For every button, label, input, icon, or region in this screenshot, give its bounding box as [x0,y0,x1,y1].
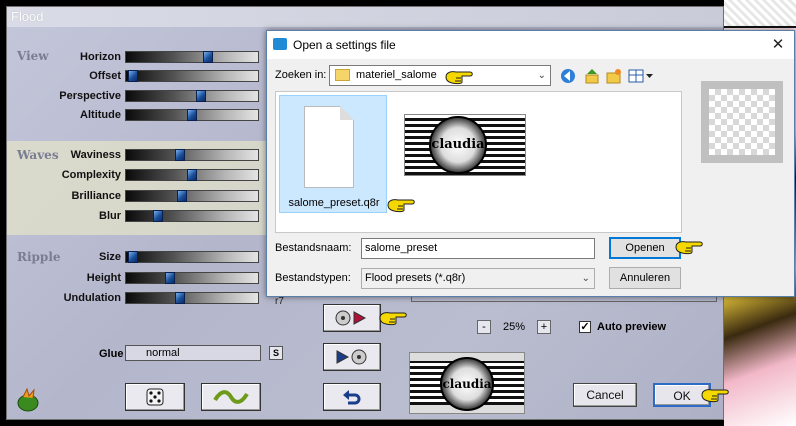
flood-preview-thumbnail: claudia [409,352,525,414]
horizon-slider-thumb[interactable] [203,51,213,63]
brilliance-slider-thumb[interactable] [177,190,187,202]
wave-icon [213,390,249,404]
open-button[interactable]: Openen [609,237,681,259]
back-icon[interactable] [559,67,577,85]
transparency-checkerboard [709,89,775,155]
auto-preview-label: Auto preview [597,321,667,333]
altitude-slider[interactable] [125,109,259,121]
complexity-slider-thumb[interactable] [187,169,197,181]
undulation-slider-thumb[interactable] [175,292,185,304]
pointing-hand-icon [378,309,408,327]
view-menu-icon[interactable] [627,67,655,85]
complexity-slider[interactable] [125,169,259,181]
dialog-cancel-button[interactable]: Annuleren [609,267,681,289]
flood-title: Flood [7,7,723,27]
offset-slider-thumb[interactable] [128,70,138,82]
claudia-logo: claudia [440,357,494,411]
pointing-hand-icon [386,196,416,214]
file-item-salome-preset[interactable]: salome_preset.q8r [279,95,387,213]
up-folder-icon[interactable] [583,67,601,85]
horizon-slider[interactable] [125,51,259,63]
auto-preview-checkbox[interactable]: ✓ [579,321,591,333]
pointing-hand-icon [700,386,730,404]
new-folder-icon[interactable] [605,67,623,85]
pointing-hand-icon [674,238,704,256]
filename-label: Bestandsnaam: [275,242,352,254]
size-slider-thumb[interactable] [128,251,138,263]
offset-slider[interactable] [125,70,259,82]
leaf-logo-icon [17,387,39,412]
file-list[interactable]: salome_preset.q8r claudia [275,91,682,233]
claudia-logo: claudia [429,116,487,174]
dialog-title: Open a settings file [267,31,794,59]
waviness-slider-thumb[interactable] [175,149,185,161]
blur-slider-thumb[interactable] [153,210,163,222]
preview-panel [701,81,783,163]
blur-label: Blur [99,210,121,222]
save-preset-button[interactable] [323,343,381,371]
cancel-button[interactable]: Cancel [573,383,637,407]
height-label: Height [86,272,121,284]
complexity-label: Complexity [61,169,121,181]
look-in-value: materiel_salome [356,69,437,81]
wave-reset-button[interactable] [201,383,261,411]
background-checker-top [724,0,796,28]
open-settings-dialog: Open a settings file ✕ Zoeken in: materi… [266,30,795,297]
height-slider[interactable] [125,272,259,284]
glue-label: Glue [99,348,124,360]
brilliance-label: Brilliance [71,190,121,202]
height-slider-thumb[interactable] [165,272,175,284]
offset-label: Offset [89,70,121,82]
undo-button[interactable] [323,383,381,411]
size-label: Size [98,251,121,263]
perspective-slider-thumb[interactable] [196,90,206,102]
flood-logo [15,387,41,413]
horizon-label: Horizon [80,51,121,63]
zoom-level: 25% [503,321,526,333]
glue-s-button[interactable]: S [269,346,283,360]
dice-icon [146,388,164,406]
glue-select[interactable]: normal [125,345,261,361]
document-icon [304,106,354,188]
waviness-label: Waviness [70,149,121,161]
brilliance-slider[interactable] [125,190,259,202]
perspective-slider[interactable] [125,90,259,102]
file-item-claudia-logo[interactable]: claudia [404,114,526,176]
random-button[interactable] [125,383,185,411]
perspective-label: Perspective [59,90,121,102]
look-in-label: Zoeken in: [275,69,327,81]
altitude-slider-thumb[interactable] [187,109,197,121]
undo-arrow-icon [343,390,361,405]
play-disc-icon [336,349,367,365]
filename-input[interactable]: salome_preset [361,238,595,259]
filetype-value: Flood presets (*.q8r) [365,272,466,284]
chevron-down-icon: ⌄ [537,70,546,81]
look-in-combo[interactable]: materiel_salome ⌄ [329,65,551,86]
undulation-label: Undulation [63,292,121,304]
file-name: salome_preset.q8r [288,197,380,209]
load-preset-button[interactable] [323,304,381,332]
folder-icon [335,69,350,81]
altitude-label: Altitude [80,109,121,121]
disc-play-icon [335,310,367,326]
r7-label: r7 [275,296,284,307]
blur-slider[interactable] [125,210,259,222]
pointing-hand-icon [444,68,474,86]
camera-icon [273,38,287,50]
filetype-label: Bestandstypen: [275,272,351,284]
close-icon[interactable]: ✕ [768,35,788,55]
chevron-down-icon: ⌄ [581,273,590,284]
filetype-combo[interactable]: Flood presets (*.q8r) ⌄ [361,268,595,289]
zoom-out-button[interactable]: - [477,320,491,334]
undulation-slider[interactable] [125,292,259,304]
waviness-slider[interactable] [125,149,259,161]
size-slider[interactable] [125,251,259,263]
zoom-in-button[interactable]: + [537,320,551,334]
